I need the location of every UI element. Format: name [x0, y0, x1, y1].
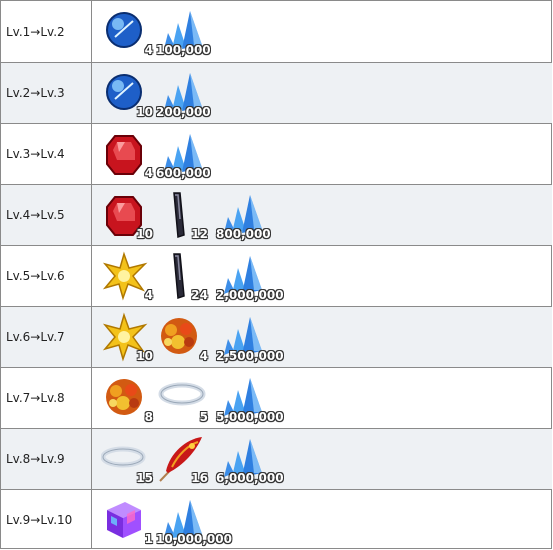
level-range: Lv.2→Lv.3: [1, 63, 92, 123]
qp-amount: 5,000,000: [216, 410, 284, 424]
qp-item[interactable]: 5,000,000: [216, 372, 284, 424]
material-item[interactable]: 10: [101, 189, 153, 241]
material-item[interactable]: 15: [101, 433, 153, 485]
material-count: 15: [136, 471, 153, 485]
material-count: 16: [191, 471, 208, 485]
material-item[interactable]: 4: [101, 128, 153, 180]
table-row: Lv.9→Lv.10 1 10,000,000: [1, 489, 552, 549]
material-item[interactable]: 24: [156, 250, 208, 302]
qp-amount: 800,000: [216, 227, 271, 241]
table-row: Lv.7→Lv.8 8 5 5,000,000: [1, 367, 552, 428]
material-item[interactable]: 8: [101, 372, 153, 424]
material-item[interactable]: 10: [101, 67, 153, 119]
qp-item[interactable]: 200,000: [156, 67, 211, 119]
level-range: Lv.7→Lv.8: [1, 368, 92, 428]
table-row: Lv.1→Lv.2 4 100,000: [1, 1, 552, 62]
table-row: Lv.8→Lv.9 15 16 6,000,000: [1, 428, 552, 489]
table-row: Lv.6→Lv.7 10 4 2,500,000: [1, 306, 552, 367]
qp-amount: 2,000,000: [216, 288, 284, 302]
qp-amount: 600,000: [156, 166, 211, 180]
material-count: 4: [199, 349, 208, 363]
qp-item[interactable]: 800,000: [216, 189, 271, 241]
material-item[interactable]: 4: [156, 311, 208, 363]
material-count: 24: [191, 288, 208, 302]
qp-item[interactable]: 100,000: [156, 5, 211, 57]
qp-item[interactable]: 6,000,000: [216, 433, 284, 485]
level-range: Lv.4→Lv.5: [1, 185, 92, 245]
level-range: Lv.3→Lv.4: [1, 124, 92, 184]
material-item[interactable]: 5: [156, 372, 208, 424]
material-item[interactable]: 1: [101, 494, 153, 546]
qp-item[interactable]: 2,500,000: [216, 311, 284, 363]
qp-item[interactable]: 600,000: [156, 128, 211, 180]
material-count: 8: [144, 410, 153, 424]
qp-amount: 200,000: [156, 105, 211, 119]
level-range: Lv.9→Lv.10: [1, 490, 92, 549]
table-row: Lv.3→Lv.4 4 600,000: [1, 123, 552, 184]
material-count: 10: [136, 227, 153, 241]
material-item[interactable]: 4: [101, 5, 153, 57]
level-range: Lv.8→Lv.9: [1, 429, 92, 489]
table-row: Lv.5→Lv.6 4 24 2,000,000: [1, 245, 552, 306]
qp-amount: 6,000,000: [216, 471, 284, 485]
material-count: 4: [144, 166, 153, 180]
qp-item[interactable]: 10,000,000: [156, 494, 232, 546]
qp-amount: 100,000: [156, 43, 211, 57]
level-range: Lv.6→Lv.7: [1, 307, 92, 367]
material-item[interactable]: 4: [101, 250, 153, 302]
ascension-table: Lv.1→Lv.2 4 100,000 Lv.2→Lv.3 10 200,000…: [0, 0, 552, 549]
material-count: 12: [191, 227, 208, 241]
qp-amount: 10,000,000: [156, 532, 232, 546]
qp-amount: 2,500,000: [216, 349, 284, 363]
qp-item[interactable]: 2,000,000: [216, 250, 284, 302]
material-count: 4: [144, 43, 153, 57]
material-count: 4: [144, 288, 153, 302]
material-item[interactable]: 16: [156, 433, 208, 485]
material-count: 1: [144, 532, 153, 546]
material-count: 5: [199, 410, 208, 424]
level-range: Lv.5→Lv.6: [1, 246, 92, 306]
table-row: Lv.4→Lv.5 10 12 800,000: [1, 184, 552, 245]
material-count: 10: [136, 105, 153, 119]
level-range: Lv.1→Lv.2: [1, 1, 92, 62]
material-item[interactable]: 10: [101, 311, 153, 363]
table-row: Lv.2→Lv.3 10 200,000: [1, 62, 552, 123]
material-count: 10: [136, 349, 153, 363]
material-item[interactable]: 12: [156, 189, 208, 241]
